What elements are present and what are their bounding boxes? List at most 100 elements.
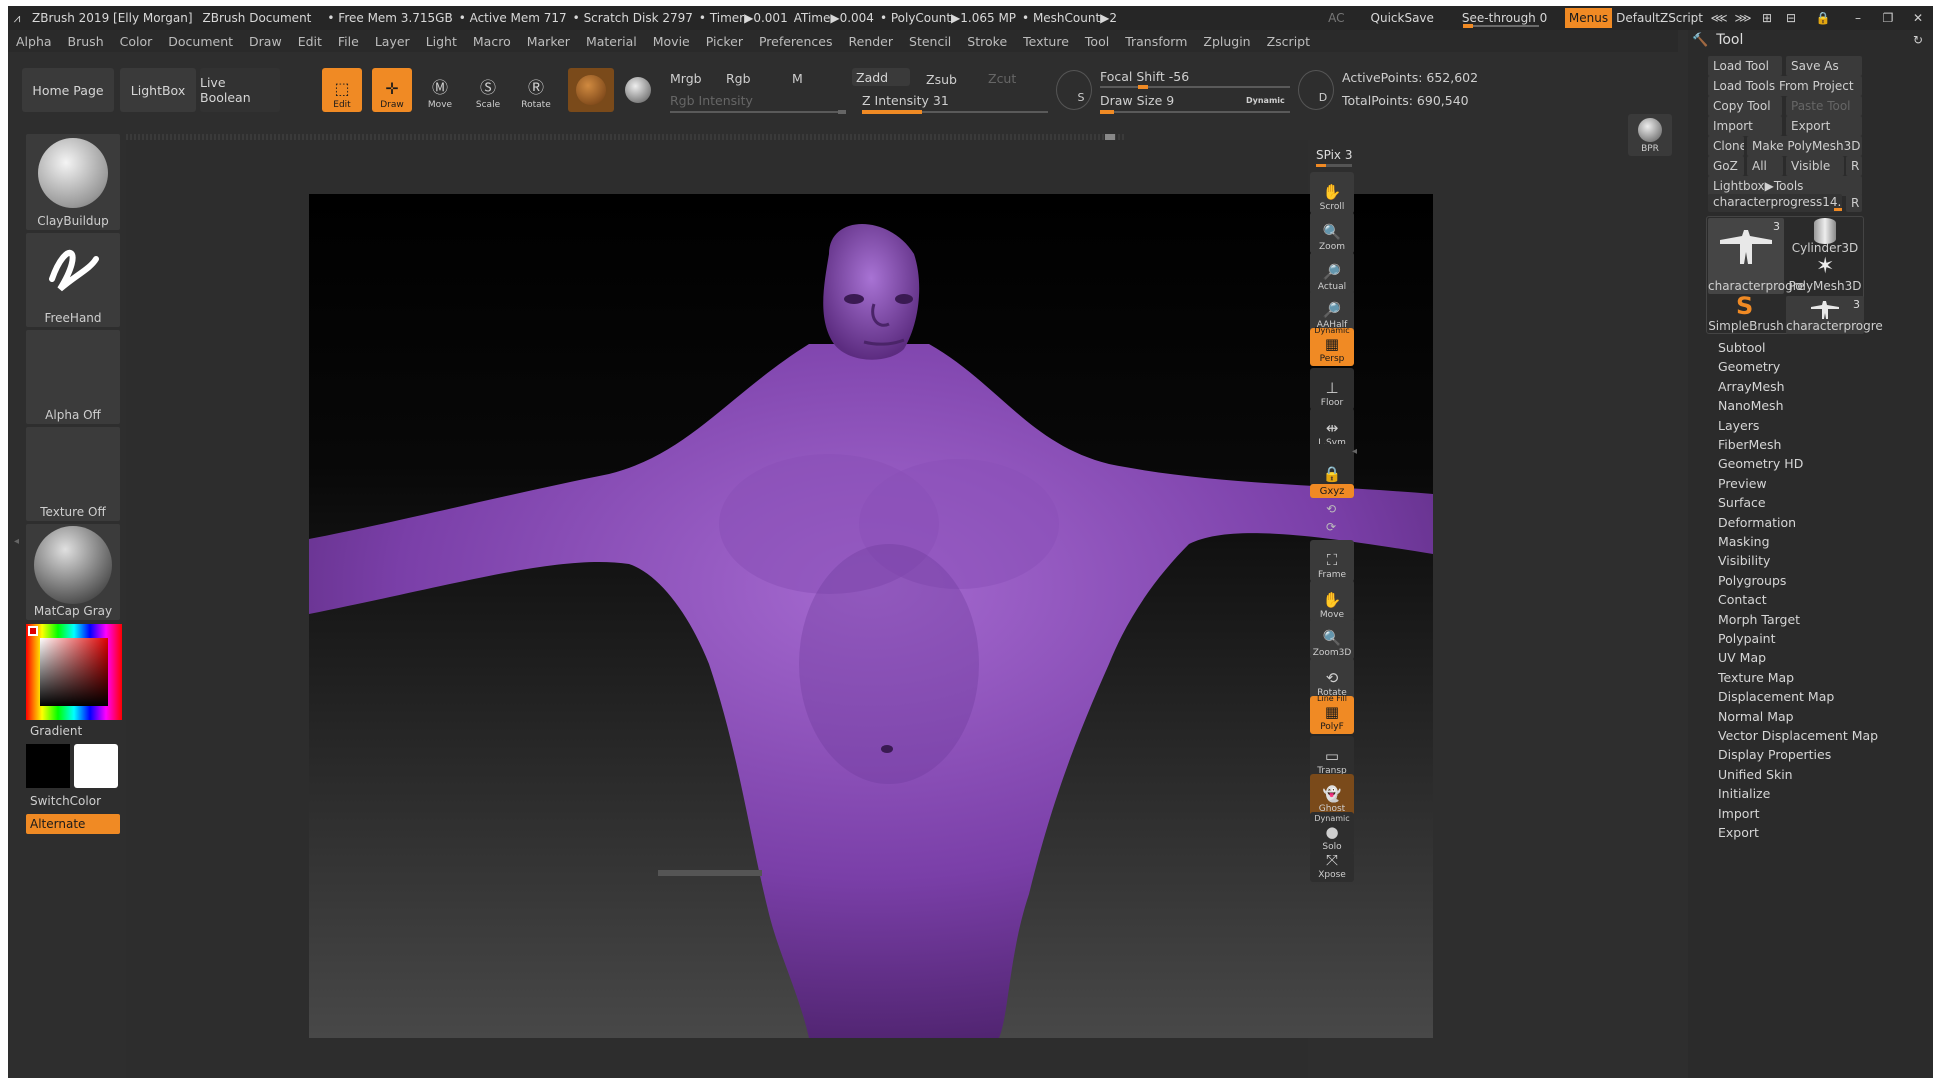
tool-item-texture-map[interactable]: Texture Map: [1718, 670, 1794, 685]
tool-item-unified-skin[interactable]: Unified Skin: [1718, 767, 1793, 782]
scroll-button[interactable]: ✋ Scroll: [1310, 172, 1354, 214]
rgb-intensity-track[interactable]: [670, 110, 846, 114]
focal-shift-track[interactable]: [1100, 85, 1290, 89]
menu-tool[interactable]: Tool: [1077, 34, 1117, 49]
lock-view-button[interactable]: 🔒: [1310, 444, 1354, 486]
tool-thumb-polymesh3d[interactable]: ✶ PolyMesh3D: [1786, 254, 1864, 294]
layout-icon-2[interactable]: ⋙: [1731, 6, 1755, 30]
tool-item-nanomesh[interactable]: NanoMesh: [1718, 398, 1784, 413]
xpose-button[interactable]: ⤧ Xpose: [1310, 851, 1354, 882]
menu-preferences[interactable]: Preferences: [751, 34, 841, 49]
zcut-button[interactable]: Zcut: [988, 71, 1016, 86]
layout-icon-4[interactable]: ⊟: [1779, 6, 1803, 30]
rotate-button[interactable]: Ⓡ Rotate: [516, 68, 556, 112]
draw-size-track[interactable]: [1100, 110, 1290, 114]
see-through-slider[interactable]: See-through 0: [1453, 6, 1557, 30]
left-tray-toggle-icon[interactable]: ◂: [14, 536, 20, 596]
goz-all-button[interactable]: All: [1747, 156, 1783, 176]
zadd-button[interactable]: Zadd: [852, 68, 910, 86]
tool-thumb-simplebrush[interactable]: S SimpleBrush: [1708, 292, 1784, 334]
save-as-button[interactable]: Save As: [1786, 56, 1862, 76]
layout-icon-3[interactable]: ⊞: [1755, 6, 1779, 30]
tool-item-uv-map[interactable]: UV Map: [1718, 650, 1766, 665]
lightbox-button[interactable]: LightBox: [120, 68, 196, 112]
texture-selector[interactable]: Texture Off: [26, 427, 120, 521]
restore-icon[interactable]: ❐: [1873, 6, 1903, 30]
mrgb-button[interactable]: Mrgb: [670, 71, 702, 86]
alpha-selector[interactable]: Alpha Off: [26, 330, 120, 424]
tool-item-layers[interactable]: Layers: [1718, 418, 1759, 433]
focal-shift-slider[interactable]: Focal Shift -56: [1100, 69, 1189, 84]
tool-item-displacement-map[interactable]: Displacement Map: [1718, 689, 1834, 704]
menu-edit[interactable]: Edit: [290, 34, 330, 49]
default-zscript-button[interactable]: DefaultZScript: [1612, 6, 1707, 30]
goz-r-button[interactable]: R: [1846, 156, 1862, 176]
menu-alpha[interactable]: Alpha: [8, 34, 60, 49]
draw-mode-d-button[interactable]: D: [1298, 70, 1334, 110]
dynamic-button[interactable]: Dynamic: [1246, 96, 1285, 105]
tool-item-geometry-hd[interactable]: Geometry HD: [1718, 456, 1803, 471]
copy-tool-button[interactable]: Copy Tool: [1708, 96, 1782, 116]
xyz-button[interactable]: Gxyz: [1310, 484, 1354, 498]
document-canvas[interactable]: [309, 194, 1433, 1038]
zsub-button[interactable]: Zsub: [926, 72, 957, 87]
tool-item-polypaint[interactable]: Polypaint: [1718, 631, 1776, 646]
frame-button[interactable]: ⛶ Frame: [1310, 540, 1354, 582]
draw-size-slider[interactable]: Draw Size 9: [1100, 93, 1174, 108]
transp-button[interactable]: ▭ Transp: [1310, 736, 1354, 778]
move-view-button[interactable]: ✋ Move: [1310, 580, 1354, 622]
alternate-button[interactable]: Alternate: [26, 814, 120, 834]
bpr-button[interactable]: BPR: [1628, 114, 1672, 156]
lightbox-tools-button[interactable]: Lightbox▶Tools: [1708, 176, 1862, 196]
tool-item-display-properties[interactable]: Display Properties: [1718, 747, 1831, 762]
tool-item-initialize[interactable]: Initialize: [1718, 786, 1770, 801]
z-intensity-track[interactable]: [862, 110, 1048, 114]
tool-thumb-characterprogress-2[interactable]: 3 characterprogre: [1786, 296, 1883, 334]
switch-color-button[interactable]: SwitchColor: [30, 794, 101, 808]
menu-render[interactable]: Render: [841, 34, 902, 49]
menu-material[interactable]: Material: [578, 34, 645, 49]
tool-item-masking[interactable]: Masking: [1718, 534, 1770, 549]
export-tool-button[interactable]: Export: [1786, 116, 1862, 136]
ghost-button[interactable]: 👻 Ghost: [1310, 774, 1354, 816]
spotlight-button[interactable]: [618, 68, 658, 112]
current-tool-slider[interactable]: characterprogress14. 48: [1708, 194, 1842, 212]
goz-button[interactable]: GoZ: [1708, 156, 1744, 176]
tool-item-contact[interactable]: Contact: [1718, 592, 1767, 607]
menus-button[interactable]: Menus: [1564, 8, 1613, 28]
polyf-button[interactable]: Line Fill ▦ PolyF: [1310, 694, 1354, 734]
rotate-z-icon[interactable]: ⟳: [1326, 520, 1336, 534]
tool-item-morph-target[interactable]: Morph Target: [1718, 612, 1800, 627]
right-tray-toggle-icon[interactable]: ◂: [1352, 446, 1357, 457]
tool-item-import[interactable]: Import: [1718, 806, 1760, 821]
character-mesh-model[interactable]: [309, 194, 1433, 1038]
brush-selector[interactable]: ClayBuildup: [26, 134, 120, 230]
tool-item-preview[interactable]: Preview: [1718, 476, 1767, 491]
clone-button[interactable]: Clone: [1708, 136, 1744, 156]
menu-brush[interactable]: Brush: [60, 34, 112, 49]
menu-stroke[interactable]: Stroke: [959, 34, 1015, 49]
zoom3d-button[interactable]: 🔍 Zoom3D: [1310, 618, 1354, 660]
menu-color[interactable]: Color: [112, 34, 161, 49]
menu-layer[interactable]: Layer: [367, 34, 418, 49]
tool-item-surface[interactable]: Surface: [1718, 495, 1766, 510]
load-tool-button[interactable]: Load Tool: [1708, 56, 1782, 76]
paste-tool-button[interactable]: Paste Tool: [1786, 96, 1862, 116]
color-picker-square[interactable]: [40, 638, 108, 706]
minimize-icon[interactable]: –: [1843, 6, 1873, 30]
menu-file[interactable]: File: [330, 34, 367, 49]
current-tool-r-button[interactable]: R: [1846, 194, 1862, 212]
load-tools-from-project-button[interactable]: Load Tools From Project: [1708, 76, 1862, 96]
tool-item-normal-map[interactable]: Normal Map: [1718, 709, 1794, 724]
tool-item-fibermesh[interactable]: FiberMesh: [1718, 437, 1781, 452]
color-picker-ring[interactable]: [26, 624, 122, 720]
menu-document[interactable]: Document: [160, 34, 241, 49]
m-button[interactable]: M: [792, 71, 803, 86]
goz-visible-button[interactable]: Visible: [1786, 156, 1844, 176]
rotate-y-icon[interactable]: ⟲: [1326, 502, 1336, 516]
home-page-button[interactable]: Home Page: [22, 68, 114, 112]
tool-item-vector-displacement-map[interactable]: Vector Displacement Map: [1718, 728, 1878, 743]
rgb-intensity-slider[interactable]: Rgb Intensity: [670, 93, 753, 108]
material-selector[interactable]: MatCap Gray: [26, 524, 120, 620]
persp-button[interactable]: Dynamic ▦ Persp: [1310, 326, 1354, 366]
